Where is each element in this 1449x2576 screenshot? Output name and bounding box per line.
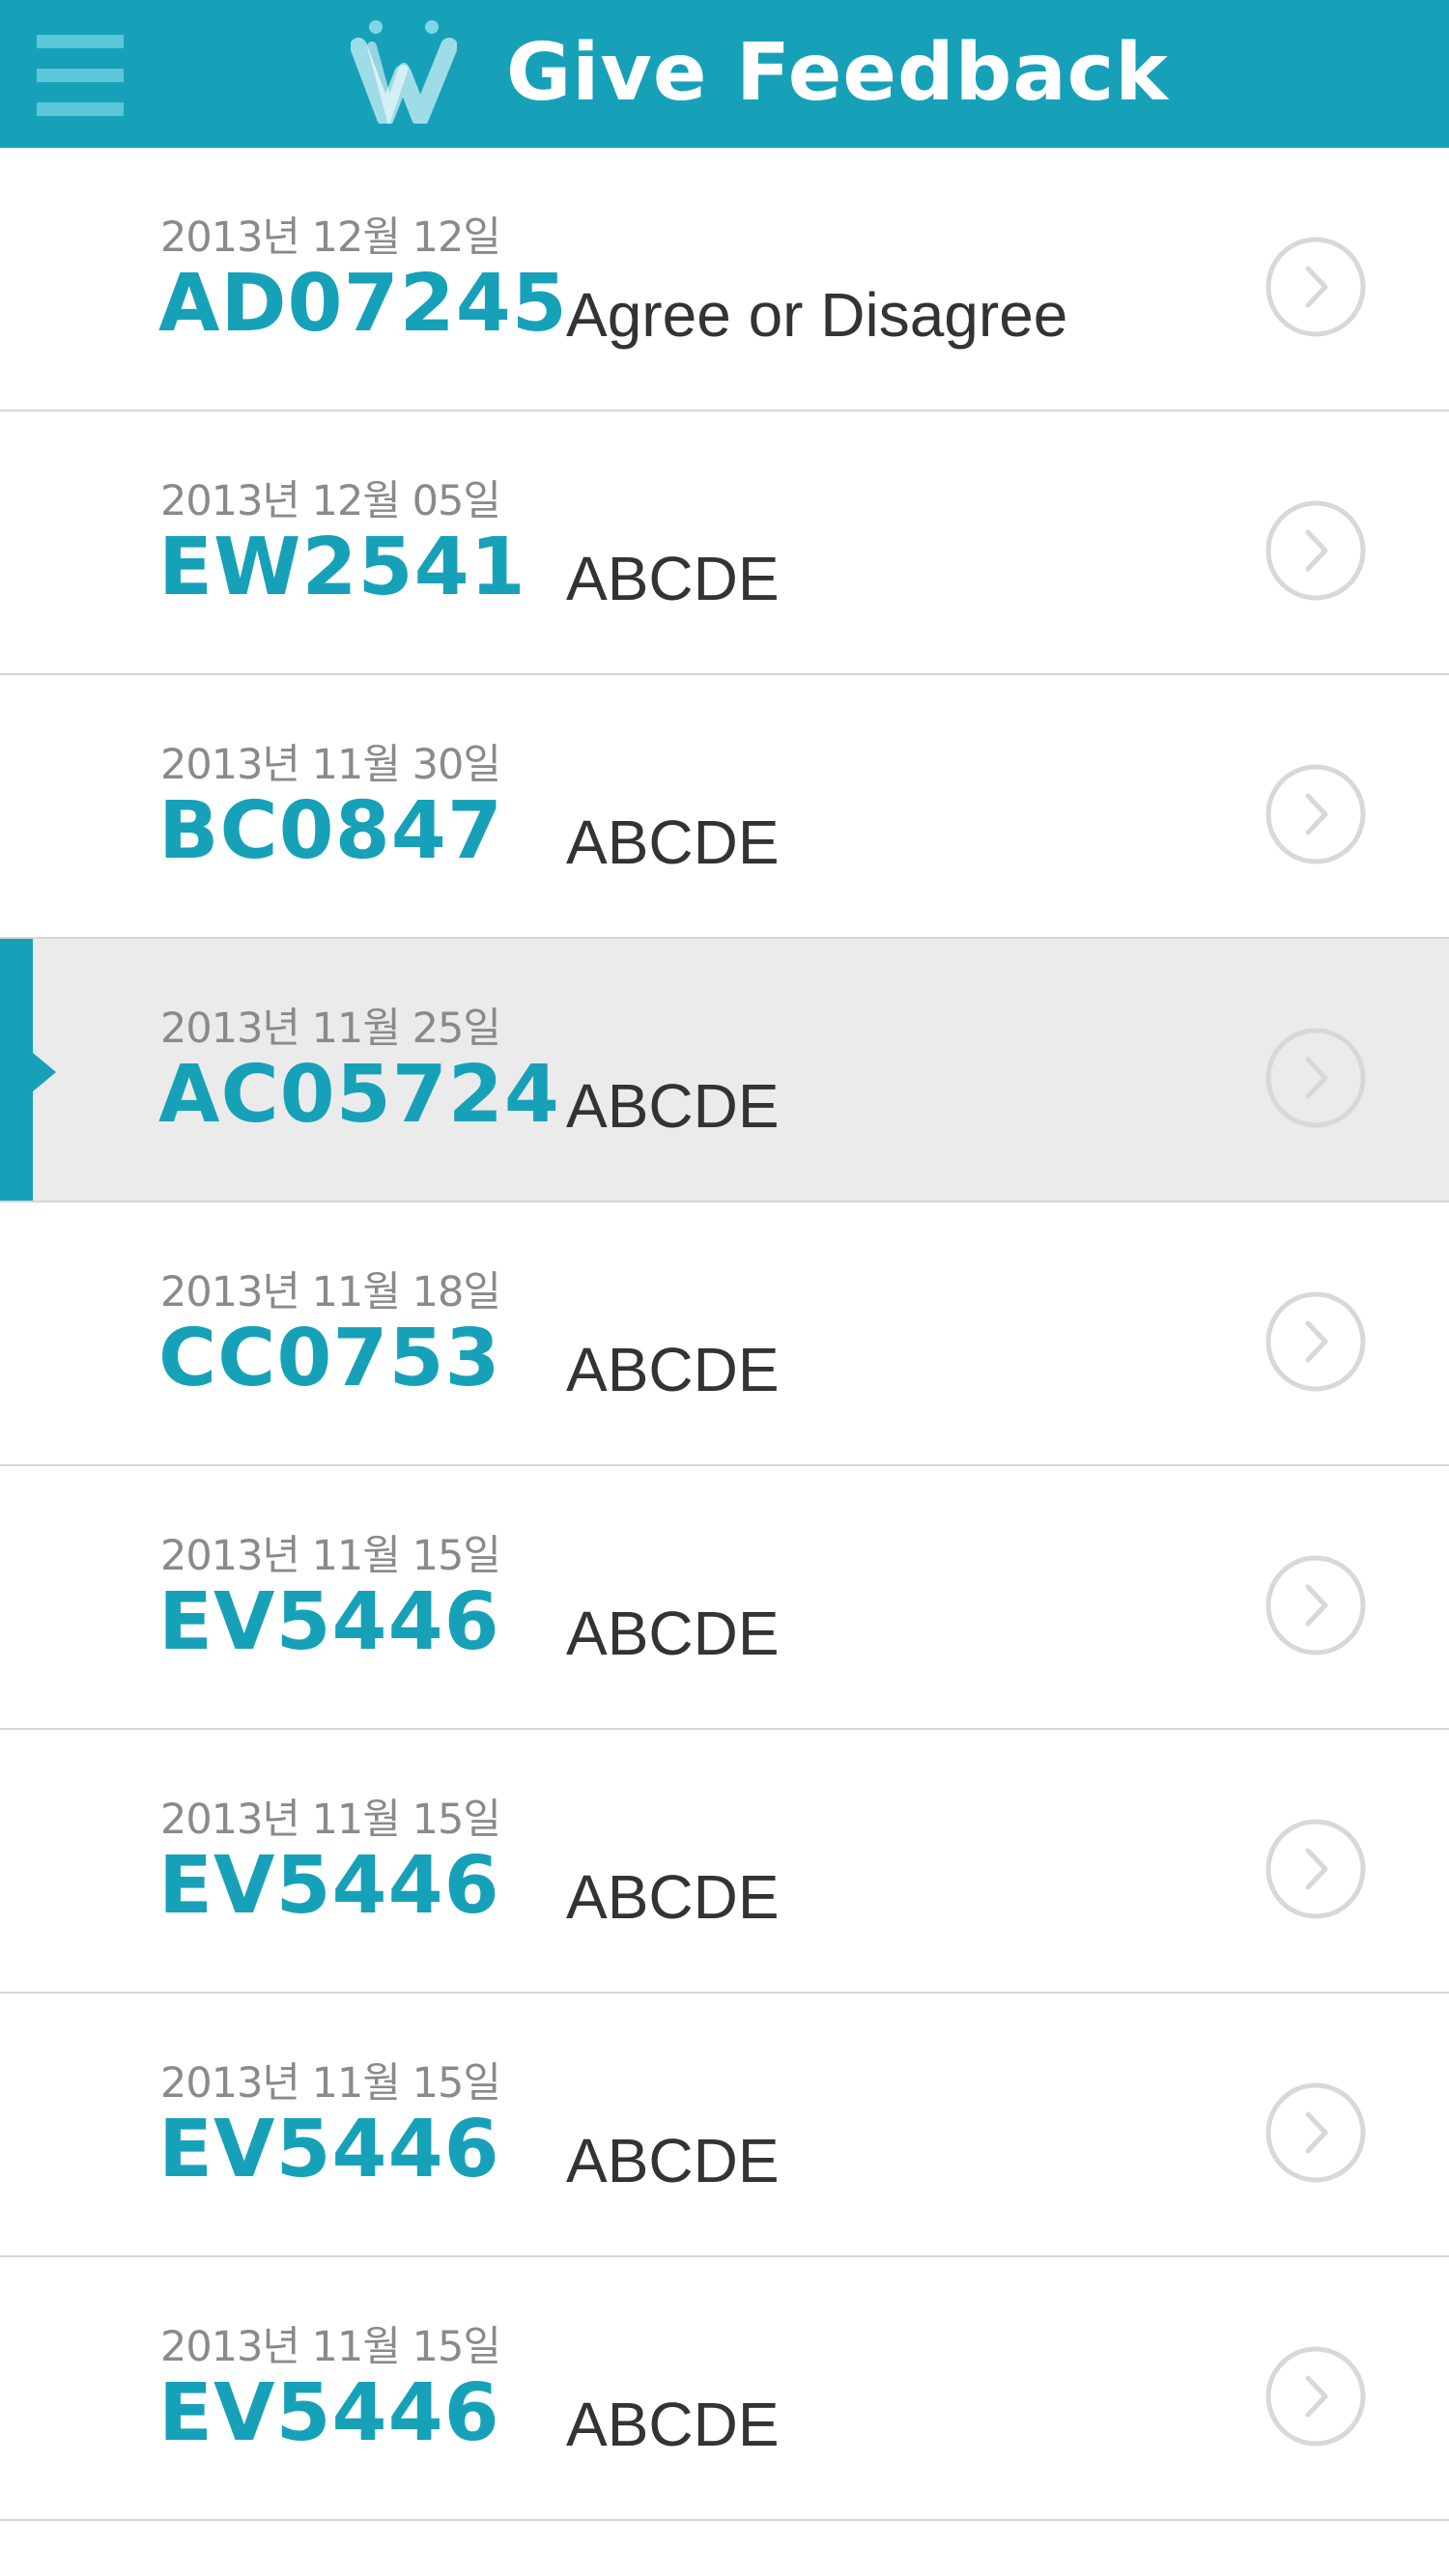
w-logo-icon: [351, 20, 457, 124]
list-item[interactable]: 2013년 11월 15일 EV5446 ABCDE: [0, 1466, 1449, 1730]
list-item[interactable]: 2013년 11월 15일 EV5446 ABCDE: [0, 1994, 1449, 2257]
chevron-right-circle-icon[interactable]: [1264, 1818, 1367, 1920]
list-item[interactable]: 2013년 11월 25일 AC05724 ABCDE: [0, 939, 1449, 1203]
item-date: 2013년 11월 15일: [160, 2059, 501, 2108]
feedback-list: 2013년 12월 12일 AD07245 Agree or Disagree 201…: [0, 148, 1449, 2521]
list-item[interactable]: 2013년 12월 05일 EW2541 ABCDE: [0, 411, 1449, 675]
chevron-right-circle-icon[interactable]: [1264, 2345, 1367, 2448]
item-label: ABCDE: [566, 1335, 780, 1404]
item-code: EV5446: [158, 1576, 500, 1668]
item-code: EV5446: [158, 1840, 500, 1932]
item-label: ABCDE: [566, 2126, 780, 2195]
item-label: ABCDE: [566, 544, 780, 613]
item-code: EV5446: [158, 2104, 500, 2195]
menu-line: [37, 69, 124, 82]
list-item[interactable]: 2013년 11월 30일 BC0847 ABCDE: [0, 675, 1449, 939]
item-date: 2013년 12월 05일: [160, 477, 501, 525]
item-code: CC0753: [158, 1313, 501, 1404]
app-header: Give Feedback: [0, 0, 1449, 148]
item-date: 2013년 11월 15일: [160, 2323, 501, 2371]
chevron-right-circle-icon[interactable]: [1264, 763, 1367, 865]
item-label: ABCDE: [566, 1599, 780, 1668]
item-label: ABCDE: [566, 1862, 780, 1932]
list-item[interactable]: 2013년 12월 12일 AD07245 Agree or Disagree: [0, 148, 1449, 411]
item-date: 2013년 11월 25일: [160, 1005, 501, 1053]
menu-line: [37, 35, 124, 48]
item-date: 2013년 11월 15일: [160, 1796, 501, 1844]
item-code: AD07245: [158, 258, 568, 350]
chevron-right-circle-icon[interactable]: [1264, 499, 1367, 602]
item-date: 2013년 11월 30일: [160, 741, 501, 789]
selection-indicator: [0, 939, 56, 1201]
chevron-right-circle-icon[interactable]: [1264, 236, 1367, 338]
item-code: BC0847: [158, 785, 503, 877]
item-date: 2013년 11월 15일: [160, 1532, 501, 1580]
item-label: Agree or Disagree: [566, 280, 1068, 350]
item-code: EV5446: [158, 2367, 500, 2459]
item-code: AC05724: [158, 1049, 560, 1141]
item-date: 2013년 11월 18일: [160, 1268, 501, 1316]
item-code: EW2541: [158, 522, 526, 613]
chevron-right-circle-icon[interactable]: [1264, 1554, 1367, 1656]
chevron-right-circle-icon[interactable]: [1264, 1027, 1367, 1129]
chevron-right-circle-icon[interactable]: [1264, 1290, 1367, 1393]
hamburger-menu-icon[interactable]: [37, 35, 124, 116]
menu-line: [37, 102, 124, 116]
item-label: ABCDE: [566, 807, 780, 877]
item-label: ABCDE: [566, 2390, 780, 2459]
list-item[interactable]: 2013년 11월 18일 CC0753 ABCDE: [0, 1203, 1449, 1466]
chevron-right-circle-icon[interactable]: [1264, 2081, 1367, 2184]
list-item[interactable]: 2013년 11월 15일 EV5446 ABCDE: [0, 1730, 1449, 1994]
list-item[interactable]: 2013년 11월 15일 EV5446 ABCDE: [0, 2257, 1449, 2521]
item-label: ABCDE: [566, 1071, 780, 1141]
page-title: Give Feedback: [506, 27, 1169, 119]
item-date: 2013년 12월 12일: [160, 213, 501, 262]
